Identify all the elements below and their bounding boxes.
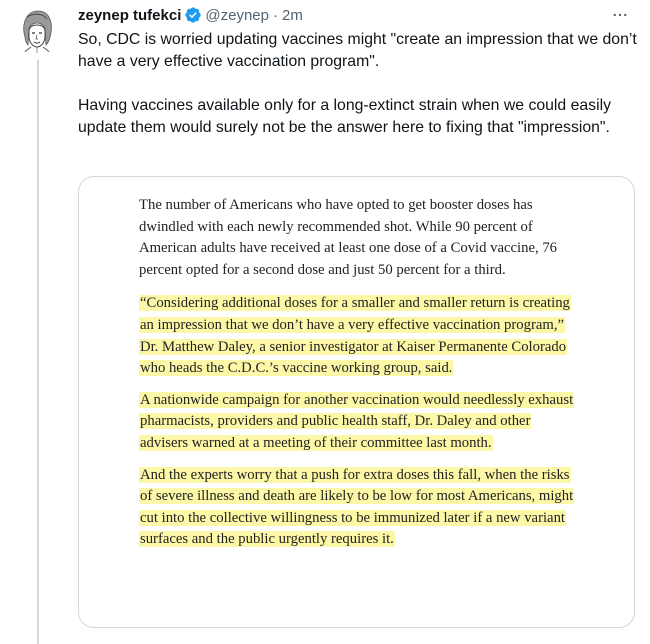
- avatar-column: [13, 7, 63, 55]
- tweet-paragraph-2: Having vaccines available only for a lon…: [78, 97, 611, 136]
- verified-badge-icon: [184, 6, 202, 24]
- tweet-content: zeynep tufekci @zeynep · 2m So, CDC is w…: [78, 4, 638, 628]
- highlighted-text: A nationwide campaign for another vaccin…: [139, 391, 575, 451]
- avatar[interactable]: [13, 7, 61, 55]
- article-paragraph-quote: “Considering additional doses for a smal…: [139, 293, 579, 379]
- article-paragraph-campaign: A nationwide campaign for another vaccin…: [139, 390, 579, 455]
- author-name[interactable]: zeynep tufekci: [78, 7, 181, 24]
- article-paragraph-intro: The number of Americans who have opted t…: [139, 197, 558, 278]
- tweet-text: So, CDC is worried updating vaccines mig…: [78, 29, 638, 139]
- more-icon[interactable]: [606, 4, 634, 26]
- highlighted-text: “Considering additional doses for a smal…: [139, 295, 571, 377]
- tweet: zeynep tufekci @zeynep · 2m So, CDC is w…: [0, 0, 650, 644]
- highlighted-text: And the experts worry that a push for ex…: [139, 466, 575, 548]
- attached-image[interactable]: The number of Americans who have opted t…: [78, 176, 635, 628]
- timestamp[interactable]: 2m: [282, 7, 303, 24]
- article-paragraph-worry: And the experts worry that a push for ex…: [139, 465, 579, 551]
- thread-line: [37, 60, 39, 644]
- avatar-sketch: [13, 7, 61, 55]
- tweet-header: zeynep tufekci @zeynep · 2m: [78, 4, 638, 26]
- author-handle[interactable]: @zeynep: [205, 7, 269, 24]
- tweet-paragraph-1: So, CDC is worried updating vaccines mig…: [78, 31, 637, 70]
- article-excerpt: The number of Americans who have opted t…: [139, 195, 579, 561]
- separator-dot: ·: [272, 6, 278, 24]
